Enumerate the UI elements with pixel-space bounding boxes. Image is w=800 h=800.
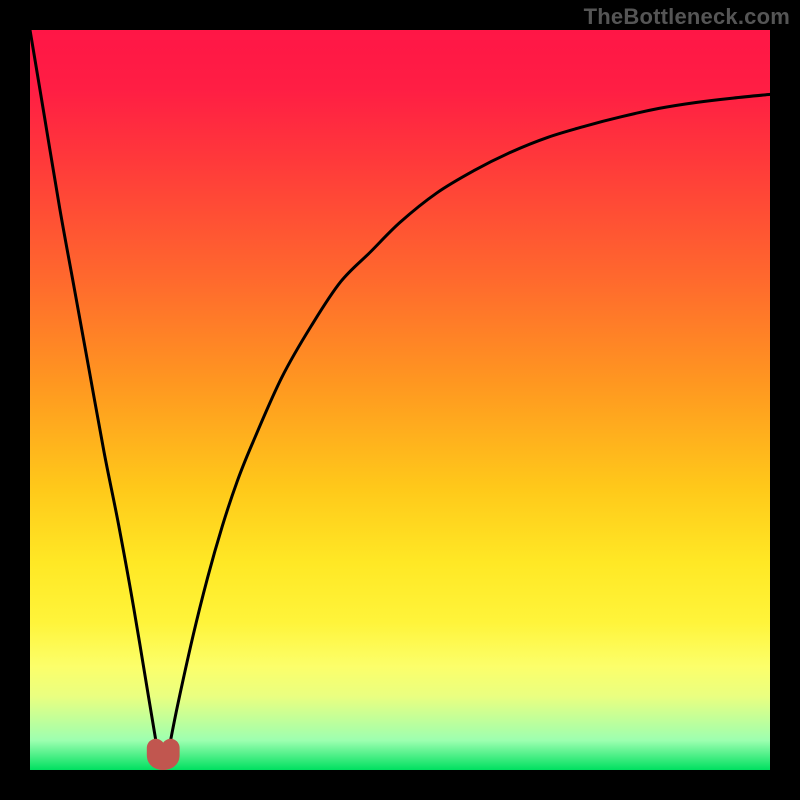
chart-frame: TheBottleneck.com (0, 0, 800, 800)
optimal-region-marker (156, 748, 171, 761)
curve-layer (30, 30, 770, 770)
watermark-text: TheBottleneck.com (584, 4, 790, 30)
bottleneck-curve-line (30, 30, 770, 766)
plot-area (30, 30, 770, 770)
